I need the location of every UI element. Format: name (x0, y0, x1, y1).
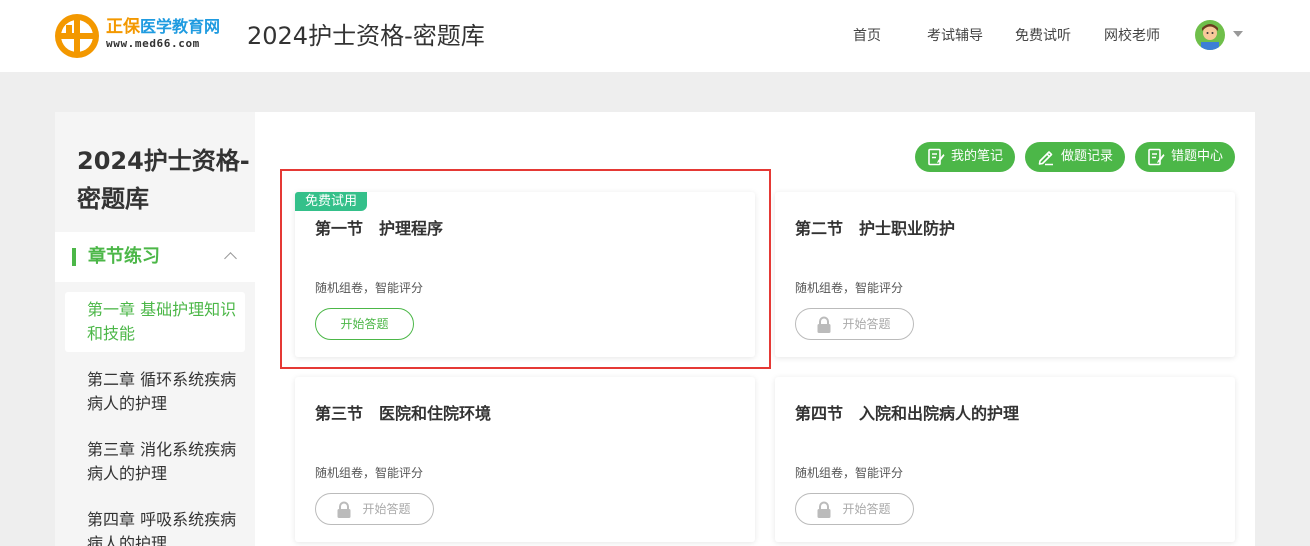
nav-teachers[interactable]: 网校老师 (1104, 26, 1160, 46)
section-card: 第二节 护士职业防护 随机组卷，智能评分 开始答题 (775, 192, 1235, 357)
card-description: 随机组卷，智能评分 (315, 466, 424, 480)
brand-url: www.med66.com (106, 37, 200, 50)
start-answer-button-locked[interactable]: 开始答题 (315, 493, 434, 525)
sidebar-title: 2024护士资格-密题库 (77, 147, 250, 213)
free-trial-badge: 免费试用 (295, 192, 368, 211)
start-answer-button-locked[interactable]: 开始答题 (795, 308, 914, 340)
sidebar-section-chapter-practice[interactable]: 章节练习 (55, 232, 255, 282)
sidebar: 2024护士资格-密题库 章节练习 第一章 基础护理知识和技能 第二章 循环系统… (55, 112, 255, 546)
med66-logo-icon[interactable] (54, 13, 100, 59)
nav-free-trial[interactable]: 免费试听 (1015, 26, 1071, 46)
practice-history-label: 做题记录 (1061, 149, 1114, 164)
card-description: 随机组卷，智能评分 (795, 466, 904, 480)
section-indicator-bar (72, 248, 76, 266)
user-avatar[interactable] (1195, 20, 1225, 50)
start-answer-button[interactable]: 开始答题 (315, 308, 414, 340)
sidebar-item-chapter-4[interactable]: 第四章 呼吸系统疾病病人的护理 (65, 502, 245, 546)
start-answer-label: 开始答题 (842, 317, 891, 331)
section-card: 免费试用 第一节 护理程序 随机组卷，智能评分 开始答题 (295, 192, 755, 357)
section-card: 第四节 入院和出院病人的护理 随机组卷，智能评分 开始答题 (775, 377, 1235, 542)
notes-icon (928, 148, 945, 166)
lock-icon (817, 501, 831, 518)
chevron-down-icon[interactable] (1233, 31, 1243, 37)
nav-home[interactable]: 首页 (853, 26, 881, 46)
brand-name: 医学教育网 (140, 17, 221, 36)
chevron-up-icon[interactable] (224, 252, 237, 265)
edit-notebook-icon (1148, 148, 1165, 166)
lock-icon (817, 316, 831, 333)
practice-history-button[interactable]: 做题记录 (1025, 142, 1125, 172)
page-title: 2024护士资格-密题库 (247, 22, 485, 50)
card-title: 第一节 护理程序 (315, 219, 444, 238)
start-answer-label: 开始答题 (842, 502, 891, 516)
section-card: 第三节 医院和住院环境 随机组卷，智能评分 开始答题 (295, 377, 755, 542)
top-header: 正保医学教育网 www.med66.com 2024护士资格-密题库 首页 考试… (0, 0, 1310, 72)
start-answer-label: 开始答题 (362, 502, 411, 516)
brand-text[interactable]: 正保医学教育网 www.med66.com (106, 18, 220, 52)
brand-zb: 正保 (106, 17, 140, 37)
wrong-questions-label: 错题中心 (1171, 149, 1224, 164)
lock-icon (337, 501, 351, 518)
nav-exam-guidance[interactable]: 考试辅导 (927, 26, 983, 46)
wrong-questions-button[interactable]: 错题中心 (1135, 142, 1235, 172)
card-description: 随机组卷，智能评分 (795, 281, 904, 295)
start-answer-button-locked[interactable]: 开始答题 (795, 493, 914, 525)
sidebar-item-chapter-2[interactable]: 第二章 循环系统疾病病人的护理 (65, 362, 245, 422)
card-title: 第三节 医院和住院环境 (315, 404, 492, 423)
section-label: 章节练习 (88, 246, 160, 267)
avatar-image-icon (1195, 20, 1225, 50)
pencil-icon (1038, 151, 1053, 166)
main-panel: 2024护士资格-密题库 章节练习 第一章 基础护理知识和技能 第二章 循环系统… (55, 112, 1255, 546)
my-notes-label: 我的笔记 (951, 149, 1004, 164)
sidebar-item-chapter-3[interactable]: 第三章 消化系统疾病病人的护理 (65, 432, 245, 492)
card-title: 第四节 入院和出院病人的护理 (795, 404, 1020, 423)
card-description: 随机组卷，智能评分 (315, 281, 424, 295)
card-title: 第二节 护士职业防护 (795, 219, 956, 238)
sidebar-item-chapter-1[interactable]: 第一章 基础护理知识和技能 (65, 292, 245, 352)
my-notes-button[interactable]: 我的笔记 (915, 142, 1015, 172)
